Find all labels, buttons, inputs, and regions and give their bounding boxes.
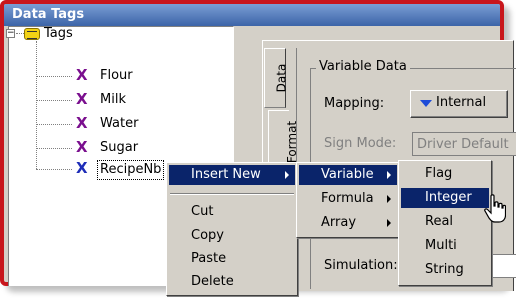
x-tag-icon: X	[76, 66, 88, 84]
x-tag-icon: X	[76, 159, 88, 177]
tab-data-label: Data	[274, 63, 289, 93]
tree-root-tags[interactable]: Tags	[44, 25, 73, 43]
group-title: Variable Data	[316, 59, 410, 74]
menu-item-insert-new[interactable]: Insert New	[169, 165, 295, 185]
menu-item-array[interactable]: Array	[299, 213, 397, 233]
menu-item-label: Delete	[191, 274, 234, 289]
menu-item-label: Formula	[321, 191, 374, 206]
tags-folder-icon	[24, 28, 40, 40]
tree-connector	[36, 41, 37, 169]
menu-item-formula[interactable]: Formula	[299, 189, 397, 209]
menu-item-delete[interactable]: Delete	[169, 272, 295, 292]
submenu-arrow-icon	[387, 195, 391, 203]
tree-item-label: Sugar	[100, 140, 139, 155]
menu-item-label: String	[425, 262, 464, 277]
tree-item-label: Flour	[100, 68, 133, 83]
menu-item-label: Multi	[425, 238, 457, 253]
x-tag-icon: X	[76, 138, 88, 156]
menu-item-label: Array	[321, 215, 357, 230]
menu-item-label: Variable	[321, 167, 374, 182]
tree-item-label: RecipeNb	[97, 160, 165, 180]
submenu-arrow-icon	[387, 219, 391, 227]
tree-connector	[36, 148, 72, 149]
menu-item-cut[interactable]: Cut	[169, 202, 295, 222]
tree-connector	[36, 169, 72, 170]
mapping-value: Internal	[436, 95, 487, 110]
menu-item-label: Insert New	[191, 167, 261, 182]
sign-mode-select: Driver Default	[412, 132, 516, 156]
menu-item-flag[interactable]: Flag	[401, 164, 489, 184]
menu-item-paste[interactable]: Paste	[169, 249, 295, 269]
collapse-icon[interactable]: −	[6, 29, 15, 38]
tab-data[interactable]: Data	[264, 48, 289, 108]
tree-item-label: Milk	[100, 92, 126, 107]
menu-separator	[170, 193, 294, 195]
mapping-label: Mapping:	[324, 96, 385, 111]
menu-item-string[interactable]: String	[401, 260, 489, 280]
menu-item-integer[interactable]: Integer	[401, 188, 489, 208]
menu-item-label: Real	[425, 214, 454, 229]
menu-item-label: Cut	[191, 204, 214, 219]
tree-connector	[36, 100, 72, 101]
mapping-dropdown[interactable]: Internal	[410, 90, 508, 118]
x-tag-icon: X	[76, 90, 88, 108]
hand-cursor-icon	[484, 194, 506, 223]
menu-item-label: Flag	[425, 166, 453, 181]
menu-item-multi[interactable]: Multi	[401, 236, 489, 256]
simulation-label: Simulation:	[324, 258, 398, 273]
menu-item-label: Integer	[425, 190, 472, 205]
tree-connector	[16, 33, 24, 34]
menu-item-variable[interactable]: Variable	[299, 165, 397, 185]
window-title: Data Tags	[4, 4, 500, 26]
submenu-arrow-icon	[285, 171, 289, 179]
tree-connector	[36, 124, 72, 125]
sign-mode-label: Sign Mode:	[324, 136, 397, 151]
menu-item-copy[interactable]: Copy	[169, 226, 295, 246]
tree-connector	[36, 76, 72, 77]
menu-item-real[interactable]: Real	[401, 212, 489, 232]
menu-item-label: Paste	[191, 251, 227, 266]
tree-item-label: Water	[100, 116, 139, 131]
menu-item-label: Copy	[191, 228, 224, 243]
triangle-down-icon	[420, 100, 432, 107]
x-tag-icon: X	[76, 114, 88, 132]
submenu-arrow-icon	[387, 171, 391, 179]
